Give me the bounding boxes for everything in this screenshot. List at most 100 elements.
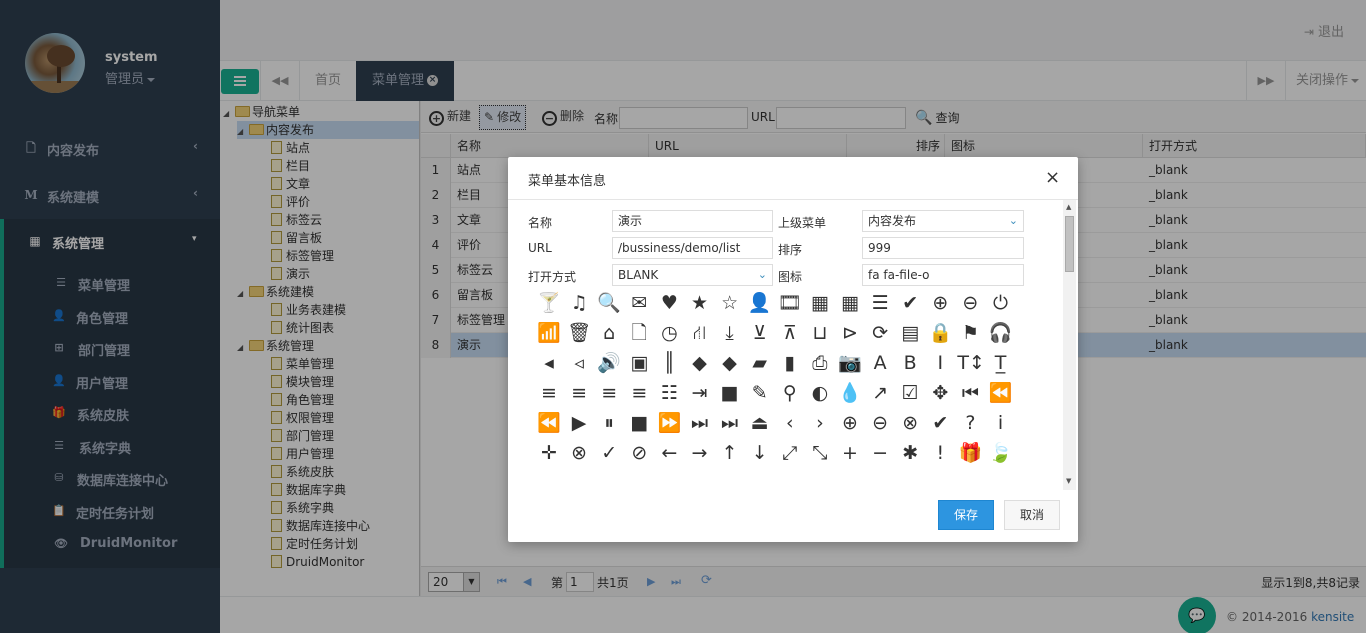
bookmark-icon[interactable]: ▮ bbox=[777, 350, 803, 376]
zoom-in-icon[interactable]: ⊕ bbox=[927, 290, 953, 316]
cancel-button[interactable]: 取消 bbox=[1004, 500, 1060, 530]
exclamation-circle-icon[interactable]: ! bbox=[927, 440, 953, 466]
name-field[interactable]: 演示 bbox=[612, 210, 773, 232]
minus-icon[interactable]: − bbox=[867, 440, 893, 466]
asterisk-icon[interactable]: ✱ bbox=[897, 440, 923, 466]
home-icon[interactable]: ⌂ bbox=[596, 320, 622, 346]
times-circle-icon[interactable]: ⊗ bbox=[897, 410, 923, 436]
volume-off-icon[interactable]: ◂ bbox=[536, 350, 562, 376]
inbox-icon[interactable]: ⊔ bbox=[807, 320, 833, 346]
glass-icon[interactable]: 🍸 bbox=[536, 290, 562, 316]
signal-icon[interactable]: 📶 bbox=[536, 320, 562, 346]
plus-circle-icon[interactable]: ⊕ bbox=[837, 410, 863, 436]
arrow-left-icon[interactable]: ← bbox=[656, 440, 682, 466]
sort-field[interactable]: 999 bbox=[862, 237, 1024, 259]
video-icon[interactable]: ■ bbox=[717, 380, 743, 406]
pause-icon[interactable]: ⏸ bbox=[596, 410, 622, 436]
adjust-icon[interactable]: ◐ bbox=[807, 380, 833, 406]
headphones-icon[interactable]: 🎧 bbox=[988, 320, 1014, 346]
music-icon[interactable]: ♫ bbox=[566, 290, 592, 316]
chevron-right-icon[interactable]: › bbox=[807, 410, 833, 436]
book-icon[interactable]: ▰ bbox=[747, 350, 773, 376]
road-icon[interactable]: ⛙ bbox=[687, 320, 713, 346]
ban-icon[interactable]: ⊘ bbox=[626, 440, 652, 466]
tint-icon[interactable]: 💧 bbox=[837, 380, 863, 406]
plus-icon[interactable]: + bbox=[837, 440, 863, 466]
bold-icon[interactable]: B bbox=[897, 350, 923, 376]
flag-icon[interactable]: ⚑ bbox=[957, 320, 983, 346]
font-icon[interactable]: A bbox=[867, 350, 893, 376]
icon-field[interactable]: fa fa-file-o bbox=[862, 264, 1024, 286]
tags-icon[interactable]: ◆ bbox=[717, 350, 743, 376]
file-o-icon[interactable]: 🗋 bbox=[626, 320, 652, 346]
align-right-icon[interactable]: ≡ bbox=[596, 380, 622, 406]
fast-backward-icon[interactable]: ⏪ bbox=[988, 380, 1014, 406]
th-icon[interactable]: ▦ bbox=[837, 290, 863, 316]
italic-icon[interactable]: I bbox=[927, 350, 953, 376]
check-circle-icon[interactable]: ✔ bbox=[927, 410, 953, 436]
zoom-out-icon[interactable]: ⊖ bbox=[957, 290, 983, 316]
info-circle-icon[interactable]: i bbox=[988, 410, 1014, 436]
scroll-down-icon[interactable]: ▼ bbox=[1066, 477, 1071, 485]
stop-icon[interactable]: ■ bbox=[626, 410, 652, 436]
crosshairs-icon[interactable]: ✛ bbox=[536, 440, 562, 466]
gift-icon[interactable]: 🎁 bbox=[957, 440, 983, 466]
text-width-icon[interactable]: T̲ bbox=[988, 350, 1014, 376]
pencil-icon[interactable]: ✎ bbox=[747, 380, 773, 406]
scroll-up-icon[interactable]: ▲ bbox=[1066, 203, 1071, 211]
save-button[interactable]: 保存 bbox=[938, 500, 994, 530]
power-icon[interactable]: ⏻ bbox=[988, 290, 1014, 316]
expand-icon[interactable]: ⤢ bbox=[777, 440, 803, 466]
check-square-icon[interactable]: ☑ bbox=[897, 380, 923, 406]
tag-icon[interactable]: ◆ bbox=[687, 350, 713, 376]
question-circle-icon[interactable]: ? bbox=[957, 410, 983, 436]
refresh-icon[interactable]: ⟳ bbox=[867, 320, 893, 346]
list-alt-icon[interactable]: ▤ bbox=[897, 320, 923, 346]
step-backward-icon[interactable]: ⏮ bbox=[957, 380, 983, 406]
download-icon[interactable]: ⤓ bbox=[717, 320, 743, 346]
check-circle-o-icon[interactable]: ✓ bbox=[596, 440, 622, 466]
align-center-icon[interactable]: ≡ bbox=[566, 380, 592, 406]
open-mode-select[interactable]: BLANK ⌄ bbox=[612, 264, 773, 286]
envelope-icon[interactable]: ✉ bbox=[626, 290, 652, 316]
user-icon[interactable]: 👤 bbox=[747, 290, 773, 316]
dialog-scrollbar[interactable]: ▲ ▼ bbox=[1063, 200, 1076, 490]
chevron-left-icon[interactable]: ‹ bbox=[777, 410, 803, 436]
backward-icon[interactable]: ⏪ bbox=[536, 410, 562, 436]
th-list-icon[interactable]: ☰ bbox=[867, 290, 893, 316]
arrow-up-icon[interactable]: ↑ bbox=[717, 440, 743, 466]
minus-circle-icon[interactable]: ⊖ bbox=[867, 410, 893, 436]
play-circle-icon[interactable]: ⊳ bbox=[837, 320, 863, 346]
volume-down-icon[interactable]: ◃ bbox=[566, 350, 592, 376]
eject-icon[interactable]: ⏏ bbox=[747, 410, 773, 436]
align-justify-icon[interactable]: ≡ bbox=[626, 380, 652, 406]
star-o-icon[interactable]: ☆ bbox=[717, 290, 743, 316]
share-icon[interactable]: ↗ bbox=[867, 380, 893, 406]
times-circle-o-icon[interactable]: ⊗ bbox=[566, 440, 592, 466]
clock-icon[interactable]: ◷ bbox=[656, 320, 682, 346]
film-icon[interactable]: 🎞 bbox=[777, 290, 803, 316]
compress-icon[interactable]: ⤡ bbox=[807, 440, 833, 466]
search-icon[interactable]: 🔍 bbox=[596, 290, 622, 316]
trash-icon[interactable]: 🗑 bbox=[566, 320, 592, 346]
text-height-icon[interactable]: T↕ bbox=[957, 350, 985, 376]
camera-icon[interactable]: 📷 bbox=[837, 350, 863, 376]
indent-icon[interactable]: ⇥ bbox=[687, 380, 713, 406]
scrollbar-thumb[interactable] bbox=[1065, 216, 1074, 272]
close-icon[interactable]: × bbox=[1045, 169, 1060, 187]
th-large-icon[interactable]: ▦ bbox=[807, 290, 833, 316]
parent-menu-select[interactable]: 内容发布 ⌄ bbox=[862, 210, 1024, 232]
arrows-icon[interactable]: ✥ bbox=[927, 380, 953, 406]
fast-forward-icon[interactable]: ⏭ bbox=[687, 410, 713, 436]
align-left-icon[interactable]: ≡ bbox=[536, 380, 562, 406]
volume-up-icon[interactable]: 🔊 bbox=[596, 350, 622, 376]
print-icon[interactable]: ⎙ bbox=[807, 350, 833, 376]
heart-icon[interactable]: ♥ bbox=[656, 290, 682, 316]
step-forward-icon[interactable]: ⏭ bbox=[717, 410, 743, 436]
qrcode-icon[interactable]: ▣ bbox=[626, 350, 652, 376]
url-field[interactable]: /bussiness/demo/list bbox=[612, 237, 773, 259]
arrow-circle-down-icon[interactable]: ⊻ bbox=[747, 320, 773, 346]
barcode-icon[interactable]: ║ bbox=[656, 350, 682, 376]
arrow-down-icon[interactable]: ↓ bbox=[747, 440, 773, 466]
map-marker-icon[interactable]: ⚲ bbox=[777, 380, 803, 406]
